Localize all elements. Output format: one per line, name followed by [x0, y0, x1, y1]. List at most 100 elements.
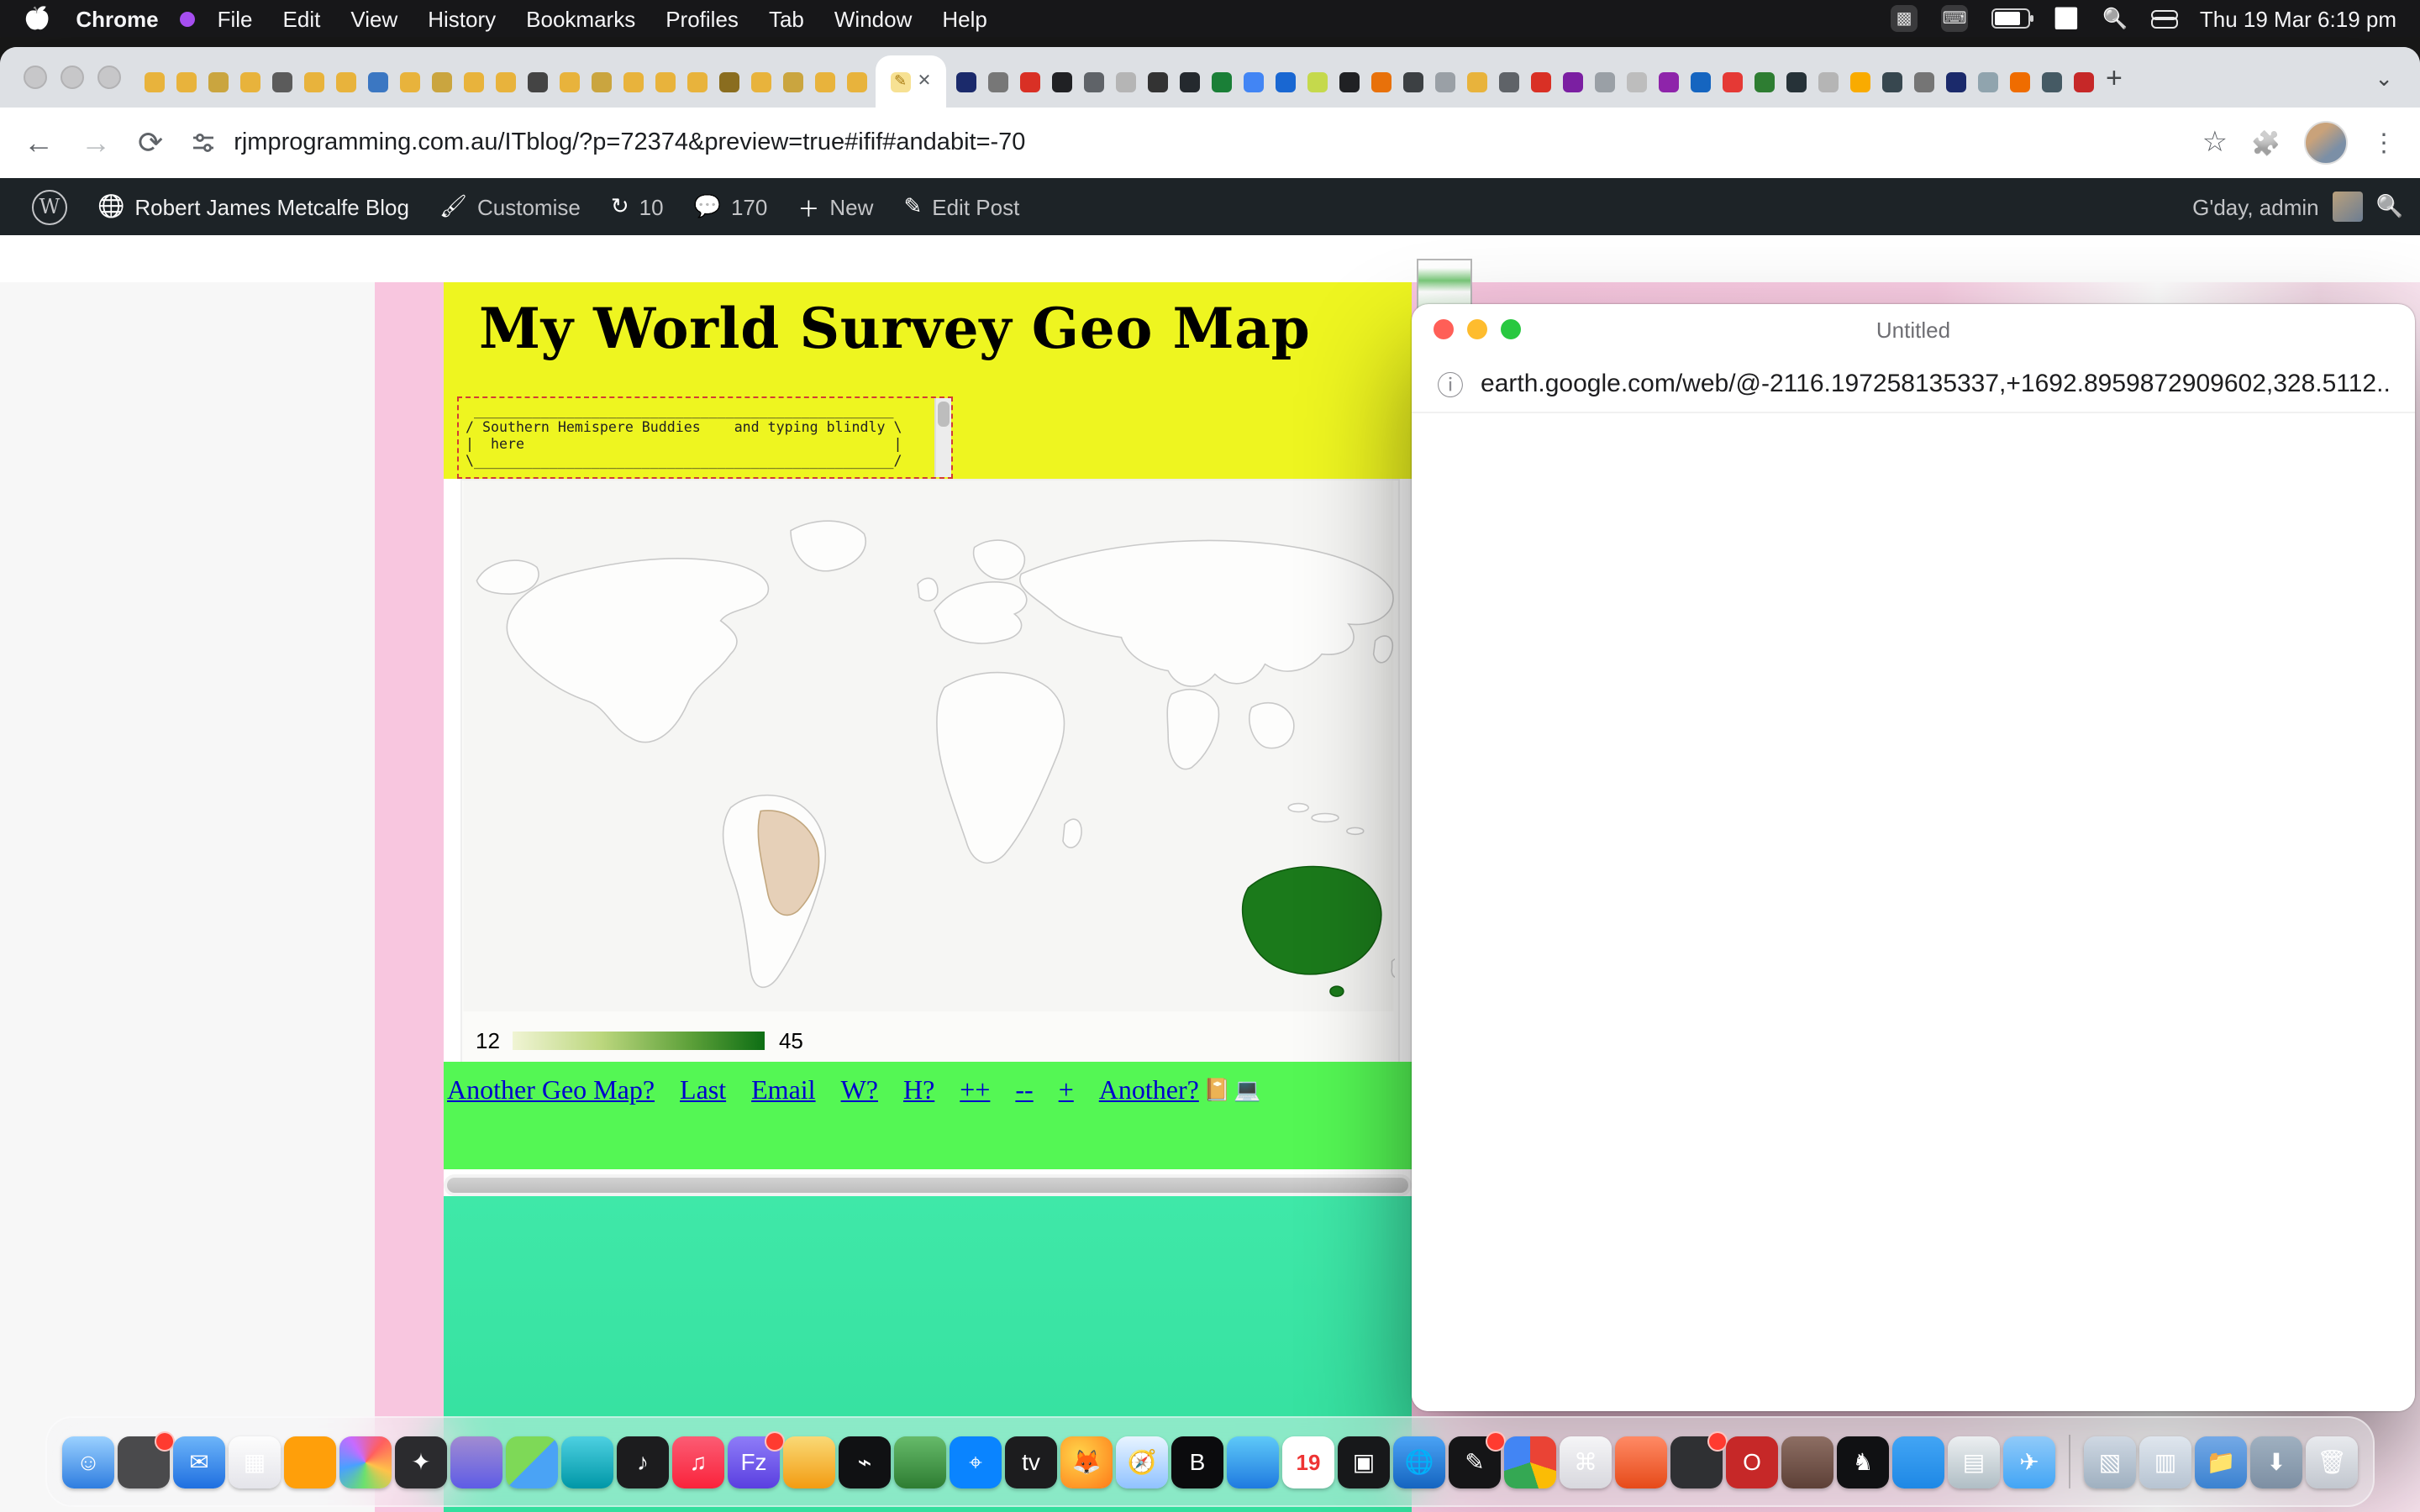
menubar-menu[interactable]: History	[413, 6, 511, 31]
customise-menu[interactable]: 🖌 Customise	[424, 193, 596, 220]
page-link[interactable]: Email	[751, 1077, 815, 1107]
iframe-horizontal-scrollbar[interactable]	[444, 1174, 1412, 1196]
browser-tab[interactable]	[361, 57, 393, 108]
browser-tab[interactable]	[2067, 57, 2099, 108]
browser-tab[interactable]	[1492, 57, 1524, 108]
browser-tab[interactable]	[1045, 57, 1077, 108]
dock-app-icon[interactable]: ♪	[617, 1436, 669, 1488]
browser-tab[interactable]	[1780, 57, 1812, 108]
browser-tab[interactable]	[1971, 57, 2003, 108]
dock-app-icon[interactable]: Fz	[728, 1436, 780, 1488]
popup-zoom-button[interactable]	[1501, 319, 1521, 339]
dock-app-icon[interactable]: tv	[1005, 1436, 1057, 1488]
browser-tab[interactable]	[950, 57, 981, 108]
dock-app-icon[interactable]: 🦊	[1060, 1436, 1113, 1488]
menubar-menu[interactable]: Bookmarks	[511, 6, 650, 31]
admin-greeting[interactable]: G'day, admin	[2192, 194, 2318, 219]
new-content-menu[interactable]: ＋ New	[782, 191, 888, 223]
tab-close-icon[interactable]: ✕	[918, 73, 932, 90]
browser-tab[interactable]	[649, 57, 681, 108]
menubar-clock[interactable]: Thu 19 Mar 6:19 pm	[2200, 6, 2396, 31]
browser-tab[interactable]	[266, 57, 297, 108]
page-link[interactable]: W?	[841, 1077, 878, 1107]
browser-tab[interactable]	[1620, 57, 1652, 108]
admin-search-icon[interactable]: 🔍	[2376, 193, 2403, 220]
site-name[interactable]: Robert James Metcalfe Blog	[134, 194, 409, 219]
menubar-menu[interactable]: View	[335, 6, 413, 31]
scrollbar-thumb[interactable]	[447, 1178, 1408, 1193]
browser-tab[interactable]	[234, 57, 266, 108]
browser-tab[interactable]	[1907, 57, 1939, 108]
url-text[interactable]: rjmprogramming.com.au/ITblog/?p=72374&pr…	[234, 129, 1025, 156]
textarea-scrollbar[interactable]	[934, 398, 951, 477]
menubar-extra-app2-icon[interactable]: ⌨	[1941, 5, 1968, 32]
link-emoji-icons[interactable]: 📔💻	[1203, 1077, 1265, 1104]
dock-app-icon[interactable]: B	[1171, 1436, 1223, 1488]
dock-app-icon[interactable]	[506, 1436, 558, 1488]
popup-minimize-button[interactable]	[1467, 319, 1487, 339]
browser-tab[interactable]	[1844, 57, 1876, 108]
edit-post-menu[interactable]: ✎ Edit Post	[888, 193, 1034, 220]
popup-titlebar[interactable]: Untitled	[1412, 304, 2415, 354]
browser-tab[interactable]	[2035, 57, 2067, 108]
updates-count[interactable]: 10	[639, 194, 664, 219]
dock-app-icon[interactable]: ⌘	[1560, 1436, 1612, 1488]
page-link[interactable]: Another Geo Map?	[447, 1077, 655, 1107]
browser-tab[interactable]	[617, 57, 649, 108]
site-menu[interactable]: 🌐 Robert James Metcalfe Blog	[82, 193, 424, 220]
zoom-window-button[interactable]	[97, 66, 121, 89]
dock-app-icon[interactable]	[1781, 1436, 1833, 1488]
new-tab-button[interactable]: +	[2106, 62, 2123, 96]
menubar-extra-app-icon[interactable]: ▩	[1891, 5, 1918, 32]
browser-tab[interactable]	[1173, 57, 1205, 108]
new-label[interactable]: New	[829, 194, 873, 219]
browser-tab[interactable]	[1365, 57, 1397, 108]
dock-app-icon[interactable]	[894, 1436, 946, 1488]
browser-tab[interactable]	[585, 57, 617, 108]
browser-tab[interactable]	[1333, 57, 1365, 108]
browser-tab[interactable]	[744, 57, 776, 108]
browser-tab[interactable]	[329, 57, 361, 108]
dock-app-icon[interactable]	[561, 1436, 613, 1488]
browser-tab[interactable]	[138, 57, 170, 108]
customise-label[interactable]: Customise	[477, 194, 581, 219]
dock-app-icon[interactable]: ✈	[2003, 1436, 2055, 1488]
dock-app-icon[interactable]	[284, 1436, 336, 1488]
page-link[interactable]: +	[1059, 1077, 1074, 1107]
browser-tab[interactable]	[1460, 57, 1492, 108]
browser-tab[interactable]	[1588, 57, 1620, 108]
speech-bubble-textarea[interactable]: ________________________________________…	[457, 396, 953, 479]
dock-app-icon[interactable]: ▣	[1338, 1436, 1390, 1488]
browser-tab[interactable]	[681, 57, 713, 108]
dock-app-icon[interactable]	[1615, 1436, 1667, 1488]
dock-app-icon[interactable]: ♞	[1837, 1436, 1889, 1488]
page-link[interactable]: Another?	[1099, 1077, 1199, 1107]
dock-app-icon[interactable]: ✦	[395, 1436, 447, 1488]
browser-tab[interactable]	[1077, 57, 1109, 108]
menubar-app-name[interactable]: Chrome	[60, 6, 173, 31]
dock-app-icon[interactable]: ✎	[1449, 1436, 1501, 1488]
browser-tab[interactable]	[1269, 57, 1301, 108]
dock-app-icon[interactable]	[1227, 1436, 1279, 1488]
active-tab[interactable]: ✎ ✕	[876, 55, 946, 108]
updates-menu[interactable]: ↻ 10	[596, 193, 679, 220]
dock-folder-icon[interactable]: ▥	[2139, 1436, 2191, 1488]
browser-tab[interactable]	[297, 57, 329, 108]
browser-tab[interactable]	[202, 57, 234, 108]
browser-tab[interactable]	[1205, 57, 1237, 108]
edit-post-label[interactable]: Edit Post	[932, 194, 1019, 219]
browser-tab[interactable]	[1109, 57, 1141, 108]
browser-tab[interactable]	[1652, 57, 1684, 108]
dock-app-icon[interactable]: ▦	[229, 1436, 281, 1488]
browser-tab[interactable]	[776, 57, 808, 108]
forward-button[interactable]: →	[81, 128, 111, 158]
page-link[interactable]: Last	[680, 1077, 726, 1107]
browser-tab[interactable]	[1237, 57, 1269, 108]
browser-tab[interactable]	[489, 57, 521, 108]
browser-tab[interactable]	[1013, 57, 1045, 108]
bookmark-star-icon[interactable]: ☆	[2202, 126, 2228, 160]
info-icon[interactable]: ⓘ	[1437, 363, 1464, 403]
battery-icon[interactable]	[1991, 8, 2030, 29]
dock-folder-icon[interactable]: ▧	[2084, 1436, 2136, 1488]
dock-app-icon[interactable]: ♫	[672, 1436, 724, 1488]
